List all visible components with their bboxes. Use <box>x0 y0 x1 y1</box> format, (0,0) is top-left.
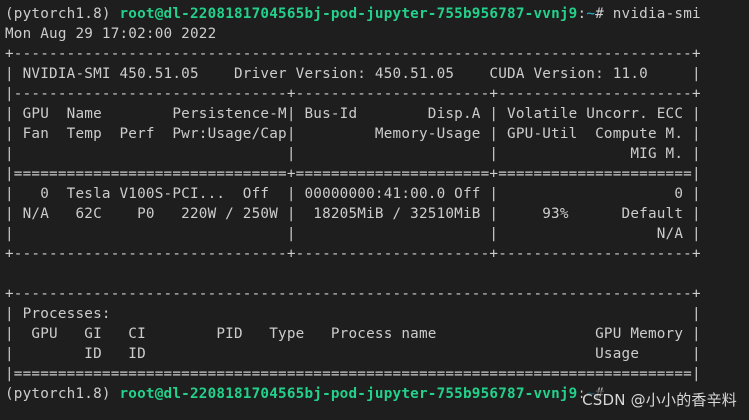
output-double-separator: |===============================+=======… <box>5 166 701 182</box>
prompt-symbol: # <box>595 6 613 22</box>
output-border-top: +---------------------------------------… <box>5 46 701 62</box>
processes-title: | Processes: | <box>5 306 701 322</box>
terminal-window[interactable]: (pytorch1.8) root@dl-2208181704565bj-pod… <box>0 0 749 420</box>
processes-double-separator: |=======================================… <box>5 366 701 382</box>
conda-env: (pytorch1.8) <box>5 6 120 22</box>
gpu-row-1: | 0 Tesla V100S-PCI... Off | 00000000:41… <box>5 186 701 202</box>
prompt-colon: : <box>577 6 587 22</box>
output-version-line: | NVIDIA-SMI 450.51.05 Driver Version: 4… <box>5 66 701 82</box>
next-user-host: root@dl-2208181704565bj-pod-jupyter-755b… <box>119 386 578 402</box>
timestamp-line: Mon Aug 29 17:02:00 2022 <box>5 26 217 42</box>
gpu-row-3: | | | N/A | <box>5 226 701 242</box>
user-host: root@dl-2208181704565bj-pod-jupyter-755b… <box>119 6 578 22</box>
command-prompt-line: (pytorch1.8) root@dl-2208181704565bj-pod… <box>5 4 749 24</box>
output-header-line-3: | | | MIG M. | <box>5 146 701 162</box>
next-conda-env: (pytorch1.8) <box>5 386 120 402</box>
prompt-path: ~ <box>586 6 596 22</box>
output-separator: |-------------------------------+-------… <box>5 86 701 102</box>
processes-header-1: | GPU GI CI PID Type Process name GPU Me… <box>5 326 701 342</box>
output-header-line-2: | Fan Temp Perf Pwr:Usage/Cap| Memory-Us… <box>5 126 701 142</box>
processes-border-top: +---------------------------------------… <box>5 286 701 302</box>
command-text: nvidia-smi <box>612 6 701 22</box>
output-border-bottom: +-------------------------------+-------… <box>5 246 701 262</box>
csdn-watermark: CSDN @小小的香辛料 <box>582 390 737 410</box>
output-header-line-1: | GPU Name Persistence-M| Bus-Id Disp.A … <box>5 106 701 122</box>
processes-header-2: | ID ID Usage | <box>5 346 701 362</box>
gpu-row-2: | N/A 62C P0 220W / 250W | 18205MiB / 32… <box>5 206 701 222</box>
